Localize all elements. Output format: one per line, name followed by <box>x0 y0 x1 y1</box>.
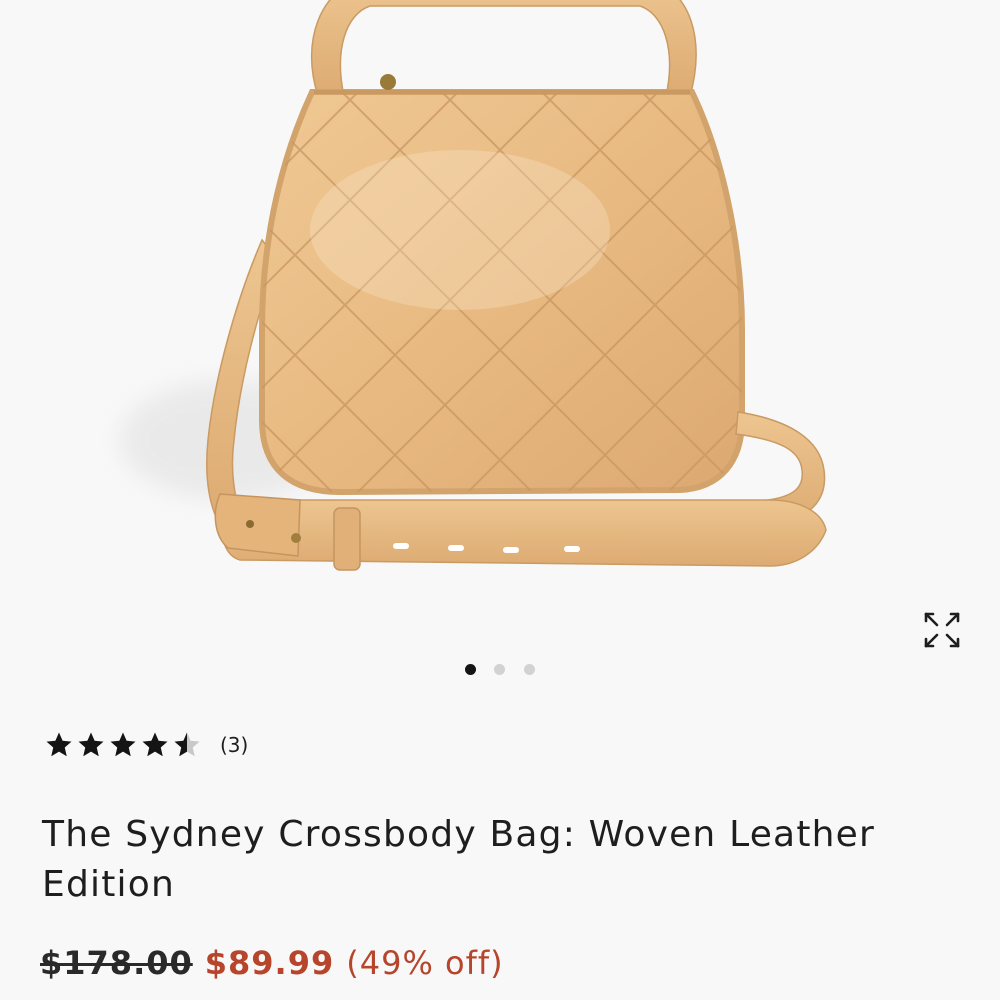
product-title: The Sydney Crossbody Bag: Woven Leather … <box>42 814 875 905</box>
star-icon <box>142 732 168 757</box>
star-icon <box>46 732 72 757</box>
star-icon <box>78 732 104 757</box>
carousel-dot-2[interactable] <box>494 664 505 675</box>
sale-price: $89.99 <box>204 944 335 982</box>
product-image[interactable] <box>0 0 1000 700</box>
star-icon <box>110 732 136 757</box>
price-row: $178.00 $89.99 (49% off) <box>40 938 504 988</box>
original-price: $178.00 <box>40 944 193 982</box>
carousel-indicator <box>0 664 1000 676</box>
star-rating <box>44 730 204 760</box>
discount-label: (49% off) <box>346 944 504 982</box>
expand-icon[interactable] <box>918 606 966 654</box>
rating-summary[interactable]: (3) <box>44 728 248 762</box>
carousel-dot-3[interactable] <box>524 664 535 675</box>
bag-illustration <box>120 0 827 571</box>
half-star-icon <box>174 732 200 757</box>
product-page: (3) The Sydney Crossbody Bag: Woven Leat… <box>0 0 1000 1000</box>
carousel-dot-1[interactable] <box>465 664 476 675</box>
review-count[interactable]: (3) <box>220 733 248 757</box>
